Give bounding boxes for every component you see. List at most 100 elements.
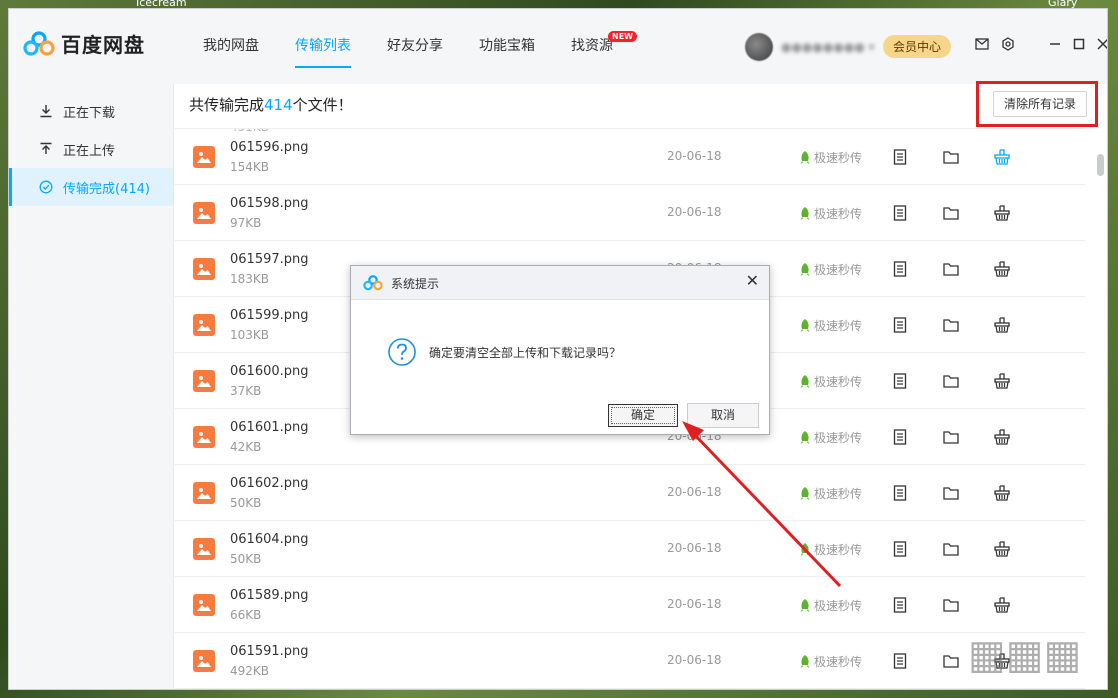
rocket-icon <box>800 654 810 668</box>
file-size: 183KB <box>230 272 270 286</box>
file-size: 154KB <box>230 160 270 174</box>
fast-transfer-label: 极速秒传 <box>799 205 862 222</box>
sidebar-item-completed[interactable]: 传输完成(414) <box>9 168 173 206</box>
fast-transfer-label: 极速秒传 <box>799 261 862 278</box>
nav-transfer-list[interactable]: 传输列表 <box>277 9 369 84</box>
close-icon[interactable] <box>1097 38 1108 50</box>
file-detail-icon[interactable] <box>891 484 909 502</box>
fast-label-text: 极速秒传 <box>814 487 863 501</box>
dialog-title-bar: 系统提示 ✕ <box>351 266 769 300</box>
image-file-icon <box>193 202 215 224</box>
file-row[interactable]: 061604.png 50KB 20-06-18 极速秒传 <box>175 521 1085 577</box>
rocket-icon <box>800 206 810 220</box>
new-badge: NEW <box>608 31 637 42</box>
clear-record-icon[interactable] <box>993 484 1011 502</box>
confirm-button[interactable]: 确定 <box>608 404 678 427</box>
download-icon <box>40 105 52 118</box>
clear-all-records-button[interactable]: 清除所有记录 <box>993 91 1088 117</box>
clear-record-icon[interactable] <box>993 148 1011 166</box>
file-row[interactable]: 061602.png 50KB 20-06-18 极速秒传 <box>175 465 1085 521</box>
minimize-icon[interactable] <box>1049 38 1061 50</box>
rocket-icon <box>800 598 810 612</box>
fast-label-text: 极速秒传 <box>814 151 863 165</box>
file-detail-icon[interactable] <box>891 372 909 390</box>
file-size: 50KB <box>230 552 262 566</box>
nav-my-disk[interactable]: 我的网盘 <box>185 9 277 84</box>
fast-transfer-label: 极速秒传 <box>799 429 862 446</box>
file-row[interactable]: 061589.png 66KB 20-06-18 极速秒传 <box>175 577 1085 633</box>
open-folder-icon[interactable] <box>942 540 960 558</box>
file-detail-icon[interactable] <box>891 596 909 614</box>
nav-find-resources[interactable]: 找资源 NEW <box>553 9 637 84</box>
file-date: 20-06-18 <box>667 653 722 667</box>
file-row[interactable]: 061598.png 97KB 20-06-18 极速秒传 <box>175 185 1085 241</box>
cancel-button[interactable]: 取消 <box>687 403 759 428</box>
image-file-icon <box>193 650 215 672</box>
file-detail-icon[interactable] <box>891 204 909 222</box>
image-file-icon <box>193 594 215 616</box>
mail-icon[interactable] <box>975 38 989 50</box>
check-circle-icon <box>39 180 53 194</box>
system-prompt-dialog: 系统提示 ✕ 确定要清空全部上传和下载记录吗？ 确定 取消 <box>350 265 770 435</box>
file-detail-icon[interactable] <box>891 316 909 334</box>
clear-record-icon[interactable] <box>993 260 1011 278</box>
sidebar-item-label: 正在上传 <box>63 143 116 159</box>
file-name: 061598.png <box>230 196 309 211</box>
file-row[interactable]: 061591.png 492KB 20-06-18 极速秒传 <box>175 633 1085 689</box>
clear-record-icon[interactable] <box>993 316 1011 334</box>
file-detail-icon[interactable] <box>891 428 909 446</box>
sidebar-item-uploading[interactable]: 正在上传 <box>9 130 173 168</box>
file-detail-icon[interactable] <box>891 148 909 166</box>
maximize-icon[interactable] <box>1073 38 1085 50</box>
fast-label-text: 极速秒传 <box>814 431 863 445</box>
fast-transfer-label: 极速秒传 <box>799 653 862 670</box>
image-file-icon <box>193 314 215 336</box>
fast-transfer-label: 极速秒传 <box>799 541 862 558</box>
file-row[interactable]: 061596.png 154KB 20-06-18 极速秒传 <box>175 129 1085 185</box>
file-name: 061599.png <box>230 308 309 323</box>
scrollbar-thumb[interactable] <box>1097 154 1104 176</box>
file-date: 20-06-18 <box>667 597 722 611</box>
open-folder-icon[interactable] <box>942 596 960 614</box>
avatar[interactable] <box>745 33 773 61</box>
sidebar-item-downloading[interactable]: 正在下载 <box>9 92 173 130</box>
nav-friend-share[interactable]: 好友分享 <box>369 9 461 84</box>
clear-record-icon[interactable] <box>993 540 1011 558</box>
settings-icon[interactable] <box>1001 37 1015 51</box>
fast-label-text: 极速秒传 <box>814 375 863 389</box>
file-name: 061589.png <box>230 588 309 603</box>
fast-label-text: 极速秒传 <box>814 263 863 277</box>
rocket-icon <box>800 430 810 444</box>
file-name: 061591.png <box>230 644 309 659</box>
open-folder-icon[interactable] <box>942 316 960 334</box>
open-folder-icon[interactable] <box>942 372 960 390</box>
fast-transfer-label: 极速秒传 <box>799 149 862 166</box>
open-folder-icon[interactable] <box>942 484 960 502</box>
open-folder-icon[interactable] <box>942 652 960 670</box>
user-area[interactable]: ●●●●●●●● ▾ <box>745 33 875 61</box>
nav-toolbox[interactable]: 功能宝箱 <box>461 9 553 84</box>
clear-record-icon[interactable] <box>993 372 1011 390</box>
rocket-icon <box>800 374 810 388</box>
file-name: 061596.png <box>230 140 309 155</box>
baidu-netdisk-window: 百度网盘 我的网盘 传输列表 好友分享 功能宝箱 找资源 NEW ●●●●●●●●… <box>8 8 1108 690</box>
file-detail-icon[interactable] <box>891 652 909 670</box>
fast-label-text: 极速秒传 <box>814 207 863 221</box>
fast-transfer-label: 极速秒传 <box>799 485 862 502</box>
clear-record-icon[interactable] <box>993 596 1011 614</box>
rocket-icon <box>800 486 810 500</box>
open-folder-icon[interactable] <box>942 260 960 278</box>
fast-label-text: 极速秒传 <box>814 543 863 557</box>
file-detail-icon[interactable] <box>891 540 909 558</box>
dialog-close-icon[interactable]: ✕ <box>746 271 759 290</box>
file-detail-icon[interactable] <box>891 260 909 278</box>
nav-label: 找资源 <box>571 38 613 54</box>
vip-center-button[interactable]: 会员中心 <box>883 35 952 58</box>
image-file-icon <box>193 146 215 168</box>
file-name: 061600.png <box>230 364 309 379</box>
open-folder-icon[interactable] <box>942 428 960 446</box>
clear-record-icon[interactable] <box>993 428 1011 446</box>
clear-record-icon[interactable] <box>993 204 1011 222</box>
open-folder-icon[interactable] <box>942 204 960 222</box>
open-folder-icon[interactable] <box>942 148 960 166</box>
